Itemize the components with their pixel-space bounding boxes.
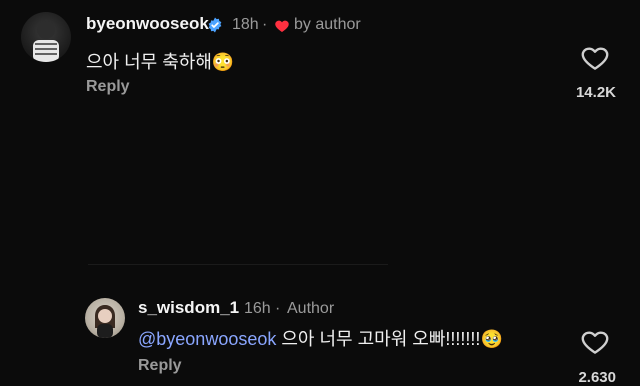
like-button[interactable]: [580, 43, 610, 73]
avatar-photo: [95, 305, 115, 338]
comment-time: 18h: [232, 16, 259, 33]
liked-heart-icon: [274, 18, 290, 34]
like-count: 2.630: [578, 369, 616, 386]
comment-text-body: 으아 너무 고마워 오빠!!!!!!!: [281, 329, 481, 349]
avatar[interactable]: [85, 298, 125, 338]
heart-outline-icon: [581, 47, 609, 70]
meta-separator: ·: [275, 300, 281, 317]
heart-outline-icon: [581, 331, 609, 354]
username[interactable]: s_wisdom_1: [138, 298, 239, 318]
comment-text: @byeonwooseok 으아 너무 고마워 오빠!!!!!!!🥹: [138, 325, 503, 351]
like-count: 14.2K: [575, 84, 616, 101]
meta-separator: ·: [262, 16, 268, 33]
comment-time: 16h: [244, 300, 271, 317]
comment: byeonwooseok 18h · by author 으아 너무 축하해😳 …: [0, 0, 640, 130]
username[interactable]: byeonwooseok: [86, 14, 209, 34]
verified-icon: [206, 16, 224, 34]
divider: [88, 264, 388, 265]
reply-comment: s_wisdom_1 16h · Author @byeonwooseok 으아…: [0, 140, 640, 386]
like-button[interactable]: [580, 327, 610, 357]
author-label: Author: [287, 300, 335, 317]
emoji: 😳: [211, 52, 235, 72]
reply-button[interactable]: Reply: [86, 78, 130, 96]
reply-button[interactable]: Reply: [138, 357, 182, 375]
comment-text: 으아 너무 축하해😳: [86, 48, 234, 74]
avatar[interactable]: [21, 12, 71, 62]
comment-text-body: 으아 너무 축하해: [86, 52, 212, 72]
emoji: 🥹: [480, 329, 503, 349]
liked-by-author-label: by author: [294, 16, 361, 33]
mention-link[interactable]: @byeonwooseok: [138, 329, 276, 349]
avatar-photo: [33, 21, 59, 62]
